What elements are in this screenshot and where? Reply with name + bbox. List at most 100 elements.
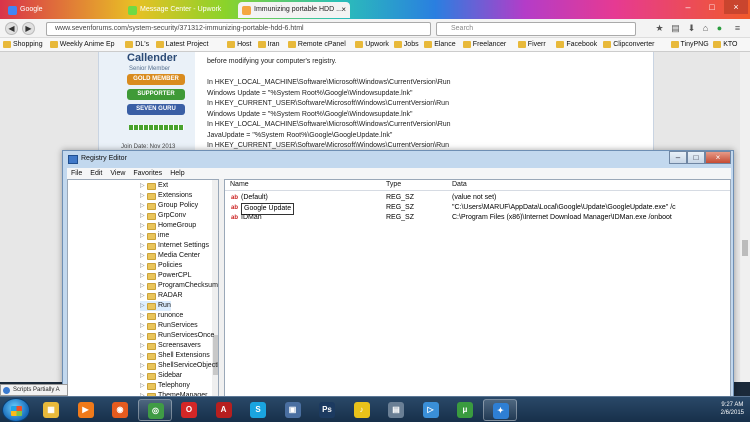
- bookmark-item[interactable]: DL's: [125, 40, 149, 50]
- tree-item[interactable]: ▷ Screensavers: [140, 341, 201, 351]
- download-icon[interactable]: ⬇: [686, 23, 697, 34]
- minimize-button[interactable]: –: [676, 0, 700, 14]
- tree-item[interactable]: ▷ Telephony: [140, 381, 190, 391]
- taskbar-app-button[interactable]: ▣: [276, 399, 310, 421]
- bookmark-item[interactable]: Fiverr: [517, 40, 546, 50]
- bookmark-item[interactable]: TinyPNG: [670, 40, 709, 50]
- minimize-button[interactable]: –: [669, 151, 687, 164]
- expand-arrow-icon[interactable]: ▷: [140, 231, 145, 241]
- tab-upwork[interactable]: Message Center - Upwork: [124, 2, 228, 18]
- expand-arrow-icon[interactable]: ▷: [140, 351, 145, 361]
- column-type[interactable]: Type: [386, 181, 401, 188]
- menu-favorites[interactable]: Favorites: [129, 168, 166, 179]
- bookmark-item[interactable]: Freelancer: [462, 40, 506, 50]
- expand-arrow-icon[interactable]: ▷: [140, 291, 145, 301]
- expand-arrow-icon[interactable]: ▷: [140, 241, 145, 251]
- close-button[interactable]: ×: [705, 151, 731, 164]
- menu-icon[interactable]: ≡: [732, 23, 743, 34]
- expand-arrow-icon[interactable]: ▷: [140, 181, 145, 191]
- search-input[interactable]: Search: [436, 22, 636, 36]
- page-scrollbar[interactable]: [740, 52, 750, 382]
- taskbar-app-button[interactable]: ▶: [69, 399, 103, 421]
- expand-arrow-icon[interactable]: ▷: [140, 331, 145, 341]
- notification-popup[interactable]: Scripts Partially A: [0, 384, 68, 396]
- scroll-thumb[interactable]: [742, 240, 748, 256]
- taskbar-app-button[interactable]: ◎: [137, 399, 172, 421]
- close-button[interactable]: ×: [724, 0, 748, 14]
- bookmark-item[interactable]: Jobs: [393, 40, 419, 50]
- taskbar-app-button[interactable]: μ: [448, 399, 482, 421]
- taskbar-app-button[interactable]: Ps: [310, 399, 344, 421]
- menu-help[interactable]: Help: [166, 168, 188, 179]
- close-tab-icon[interactable]: ×: [341, 2, 346, 18]
- expand-arrow-icon[interactable]: ▷: [140, 341, 145, 351]
- menu-file[interactable]: File: [67, 168, 86, 179]
- expand-arrow-icon[interactable]: ▷: [140, 211, 145, 221]
- expand-arrow-icon[interactable]: ▷: [140, 261, 145, 271]
- taskbar-app-button[interactable]: A: [207, 399, 241, 421]
- expand-arrow-icon[interactable]: ▷: [140, 321, 145, 331]
- extension-icon[interactable]: ●: [714, 23, 725, 34]
- registry-value-row[interactable]: ab (Default) REG_SZ (value not set): [225, 193, 730, 203]
- address-bar[interactable]: www.sevenforums.com/system-security/3713…: [46, 22, 431, 36]
- taskbar-app-button[interactable]: O: [172, 399, 206, 421]
- system-clock[interactable]: 9:27 AM 2/6/2015: [721, 401, 744, 417]
- expand-arrow-icon[interactable]: ▷: [140, 221, 145, 231]
- username[interactable]: Callender: [127, 52, 177, 64]
- tab-google[interactable]: Google: [4, 2, 64, 18]
- forward-icon[interactable]: ▶: [22, 22, 35, 35]
- column-name[interactable]: Name: [230, 181, 249, 188]
- taskbar-app-button[interactable]: ▷: [414, 399, 448, 421]
- bookmark-item[interactable]: Weekly Anime Ep: [49, 40, 115, 50]
- menu-view[interactable]: View: [106, 168, 129, 179]
- maximize-button[interactable]: □: [700, 0, 724, 14]
- tree-item[interactable]: ▷ Sidebar: [140, 371, 182, 381]
- taskbar-app-button[interactable]: ♪: [345, 399, 379, 421]
- tree-item[interactable]: ▷ Ext: [140, 181, 168, 191]
- bookmarks-icon[interactable]: ▤: [670, 23, 681, 34]
- bookmark-item[interactable]: Elance: [424, 40, 456, 50]
- tree-item[interactable]: ▷ RADAR: [140, 291, 183, 301]
- tree-item[interactable]: ▷ ime: [140, 231, 169, 241]
- tree-item[interactable]: ▷ RunServicesOnce: [140, 331, 214, 341]
- bookmark-item[interactable]: Upwork: [355, 40, 389, 50]
- bookmark-item[interactable]: KTO: [713, 40, 737, 50]
- expand-arrow-icon[interactable]: ▷: [140, 301, 145, 311]
- expand-arrow-icon[interactable]: ▷: [140, 251, 145, 261]
- expand-arrow-icon[interactable]: ▷: [140, 271, 145, 281]
- tree-item[interactable]: ▷ Shell Extensions: [140, 351, 210, 361]
- menu-edit[interactable]: Edit: [86, 168, 106, 179]
- tree-item[interactable]: ▷ Internet Settings: [140, 241, 209, 251]
- taskbar-app-button[interactable]: ▦: [34, 399, 68, 421]
- tree-item[interactable]: ▷ GrpConv: [140, 211, 186, 221]
- star-icon[interactable]: ★: [654, 23, 665, 34]
- expand-arrow-icon[interactable]: ▷: [140, 381, 145, 391]
- registry-value-row[interactable]: ab Google Update REG_SZ "C:\Users\MARUF\App…: [225, 203, 730, 215]
- expand-arrow-icon[interactable]: ▷: [140, 281, 145, 291]
- expand-arrow-icon[interactable]: ▷: [140, 371, 145, 381]
- taskbar-app-button[interactable]: ✦: [482, 399, 517, 421]
- expand-arrow-icon[interactable]: ▷: [140, 311, 145, 321]
- taskbar-app-button[interactable]: S: [241, 399, 275, 421]
- expand-arrow-icon[interactable]: ▷: [140, 361, 145, 371]
- bookmark-item[interactable]: Iran: [257, 40, 280, 50]
- expand-arrow-icon[interactable]: ▷: [140, 201, 145, 211]
- tree-item[interactable]: ▷ PowerCPL: [140, 271, 191, 281]
- tree-item[interactable]: ▷ Extensions: [140, 191, 192, 201]
- tree-scrollbar[interactable]: [212, 180, 218, 404]
- bookmark-item[interactable]: Host: [227, 40, 252, 50]
- maximize-button[interactable]: □: [687, 151, 705, 164]
- tree-item[interactable]: ▷ Group Policy: [140, 201, 198, 211]
- tree-item[interactable]: ▷ Media Center: [140, 251, 200, 261]
- bookmark-item[interactable]: Facebook: [556, 40, 597, 50]
- bookmark-item[interactable]: Clipconverter: [603, 40, 654, 50]
- tree-item[interactable]: ▷ ProgramChecksum: [140, 281, 218, 291]
- tree-item[interactable]: ▷ HomeGroup: [140, 221, 196, 231]
- start-button[interactable]: [2, 398, 30, 422]
- taskbar-app-button[interactable]: ▤: [379, 399, 413, 421]
- bookmark-item[interactable]: Shopping: [3, 40, 43, 50]
- tab-sevenforums[interactable]: Immunizing portable HDD ... ×: [238, 2, 350, 18]
- tree-item[interactable]: ▷ ShellServiceObjectD: [140, 361, 218, 371]
- bookmark-item[interactable]: Latest Project: [155, 40, 209, 50]
- tree-item[interactable]: ▷ Policies: [140, 261, 182, 271]
